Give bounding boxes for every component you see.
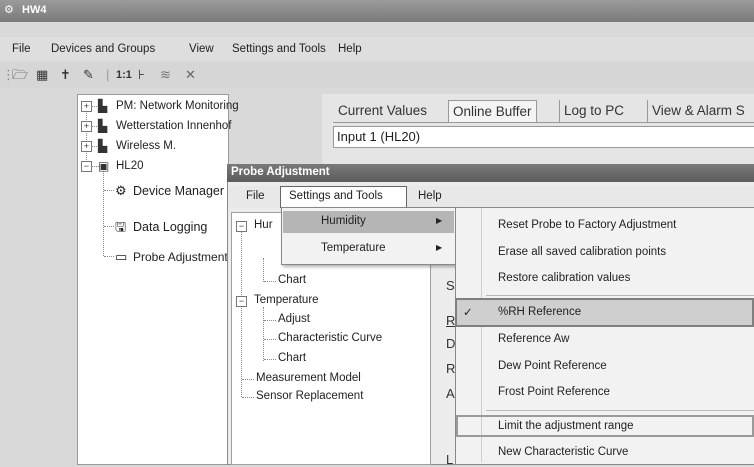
submenu-reference-aw[interactable]: Reference Aw bbox=[498, 333, 569, 345]
submenu-limit-range[interactable]: Limit the adjustment range bbox=[498, 420, 634, 432]
tab-online-buffer[interactable]: Online Buffer bbox=[448, 100, 537, 123]
tree-line bbox=[264, 320, 276, 321]
ratio-button[interactable]: 1:1 bbox=[116, 66, 132, 84]
dialog-tree-measurement-model[interactable]: Measurement Model bbox=[256, 372, 361, 384]
folder-icon[interactable]: 🗁 bbox=[12, 66, 28, 84]
submenu-restore-calibration[interactable]: Restore calibration values bbox=[498, 272, 630, 284]
app-icon: ⚙ bbox=[4, 4, 14, 16]
gear-icon: ⚙ bbox=[115, 183, 127, 198]
dialog-tree-humidity[interactable]: Hur bbox=[254, 219, 273, 231]
tree-line bbox=[242, 379, 254, 380]
tree-line bbox=[263, 258, 264, 282]
obscured-label: S bbox=[446, 278, 455, 293]
dialog-menu-file[interactable]: File bbox=[246, 190, 265, 202]
submenu-item-humidity[interactable]: Humidity bbox=[321, 215, 366, 227]
left-strip bbox=[0, 94, 76, 463]
save-icon: 🖫 bbox=[115, 219, 127, 234]
chevron-right-icon: ▶ bbox=[436, 216, 443, 225]
logger-device-icon: ▣ bbox=[98, 159, 110, 173]
submenu-erase-calibration[interactable]: Erase all saved calibration points bbox=[498, 246, 666, 258]
tree-line bbox=[263, 307, 264, 361]
pin-icon[interactable]: ✎ bbox=[83, 66, 94, 84]
dialog-title: Probe Adjustment bbox=[231, 166, 330, 178]
tree-item-pm-network[interactable]: PM: Network Monitoring bbox=[116, 100, 239, 112]
menu-settings-tools[interactable]: Settings and Tools bbox=[232, 43, 326, 55]
tree-line bbox=[104, 226, 114, 227]
network-device-icon: ▙ bbox=[98, 99, 108, 113]
submenu-rh-reference[interactable]: %RH Reference bbox=[498, 306, 581, 318]
tree-item-probe-adjustment[interactable]: Probe Adjustment bbox=[133, 250, 228, 264]
dialog-tree-adjust[interactable]: Adjust bbox=[278, 313, 310, 325]
menu-separator bbox=[486, 410, 754, 411]
obscured-label: L bbox=[446, 452, 454, 467]
submenu-reset-factory[interactable]: Reset Probe to Factory Adjustment bbox=[498, 219, 676, 231]
app-title-bar: ⚙ HW4 bbox=[0, 0, 754, 22]
dialog-tree-temperature[interactable]: Temperature bbox=[254, 294, 319, 306]
tree-line bbox=[86, 104, 87, 164]
menu-view[interactable]: View bbox=[189, 43, 214, 55]
cursor-icon[interactable]: ⊦ bbox=[138, 66, 145, 84]
app-title: HW4 bbox=[22, 4, 47, 16]
obscured-label: R bbox=[446, 361, 456, 376]
tab-divider bbox=[333, 122, 754, 123]
submenu-highlight bbox=[283, 211, 454, 233]
network-device-icon: ▙ bbox=[98, 119, 108, 133]
input-selector-value: Input 1 (HL20) bbox=[337, 129, 421, 144]
dialog-tree-temp-chart[interactable]: Chart bbox=[278, 352, 306, 364]
tab-current-values[interactable]: Current Values bbox=[334, 100, 431, 122]
tree-item-data-logging[interactable]: Data Logging bbox=[133, 220, 207, 234]
calculator-icon[interactable]: ▦ bbox=[36, 66, 48, 84]
collapse-icon[interactable]: − bbox=[236, 221, 247, 232]
obscured-label: R bbox=[446, 313, 456, 328]
tree-line bbox=[264, 339, 276, 340]
submenu-new-characteristic-curve[interactable]: New Characteristic Curve bbox=[498, 446, 628, 458]
tree-line bbox=[242, 397, 254, 398]
toolbar-separator: | bbox=[106, 67, 110, 82]
menu-separator bbox=[486, 295, 754, 296]
tree-line bbox=[264, 359, 276, 360]
obscured-label: D bbox=[446, 336, 456, 351]
tab-view-alarm[interactable]: View & Alarm S bbox=[647, 100, 749, 122]
tree-item-hl20[interactable]: HL20 bbox=[116, 160, 144, 172]
probe-icon: ▭ bbox=[115, 249, 128, 264]
input-selector[interactable]: Input 1 (HL20) bbox=[333, 126, 754, 148]
submenu-frost-point[interactable]: Frost Point Reference bbox=[498, 386, 610, 398]
collapse-icon[interactable]: − bbox=[236, 296, 247, 307]
tree-line bbox=[104, 256, 114, 257]
tree-item-device-manager[interactable]: Device Manager bbox=[133, 184, 224, 198]
tree-item-wireless[interactable]: Wireless M. bbox=[116, 140, 176, 152]
tree-line bbox=[241, 232, 242, 397]
dialog-tree-sensor-replacement[interactable]: Sensor Replacement bbox=[256, 390, 363, 402]
tab-log-to-pc[interactable]: Log to PC bbox=[559, 100, 628, 122]
dialog-tree-characteristic-curve[interactable]: Characteristic Curve bbox=[278, 332, 382, 344]
network-device-icon: ▙ bbox=[98, 139, 108, 153]
menu-devices-groups[interactable]: Devices and Groups bbox=[51, 43, 155, 55]
toolbar: ⋮ 🗁 ▦ ✝ ✎ | 1:1 ⊦ ≋ ✕ bbox=[0, 62, 754, 88]
dialog-tree-humidity-chart[interactable]: Chart bbox=[278, 274, 306, 286]
person-icon[interactable]: ✝ bbox=[60, 66, 71, 84]
close-icon[interactable]: ✕ bbox=[185, 66, 196, 84]
tree-line bbox=[104, 190, 114, 191]
dialog-title-bar: Probe Adjustment bbox=[227, 164, 754, 182]
submenu-dew-point[interactable]: Dew Point Reference bbox=[498, 360, 607, 372]
submenu-item-temperature[interactable]: Temperature bbox=[321, 242, 386, 254]
tree-line bbox=[103, 164, 104, 256]
chevron-right-icon: ▶ bbox=[436, 243, 443, 252]
tree-line bbox=[264, 281, 276, 282]
menu-help[interactable]: Help bbox=[338, 43, 362, 55]
tree-item-wetterstation[interactable]: Wetterstation Innenhof bbox=[116, 120, 232, 132]
check-icon: ✓ bbox=[463, 307, 473, 319]
dialog-menu-settings-tools[interactable]: Settings and Tools bbox=[289, 190, 383, 202]
dialog-menu-help[interactable]: Help bbox=[418, 190, 442, 202]
obscured-label: A bbox=[446, 386, 455, 401]
crossed-lines-icon[interactable]: ≋ bbox=[160, 66, 171, 84]
menu-file[interactable]: File bbox=[12, 43, 31, 55]
